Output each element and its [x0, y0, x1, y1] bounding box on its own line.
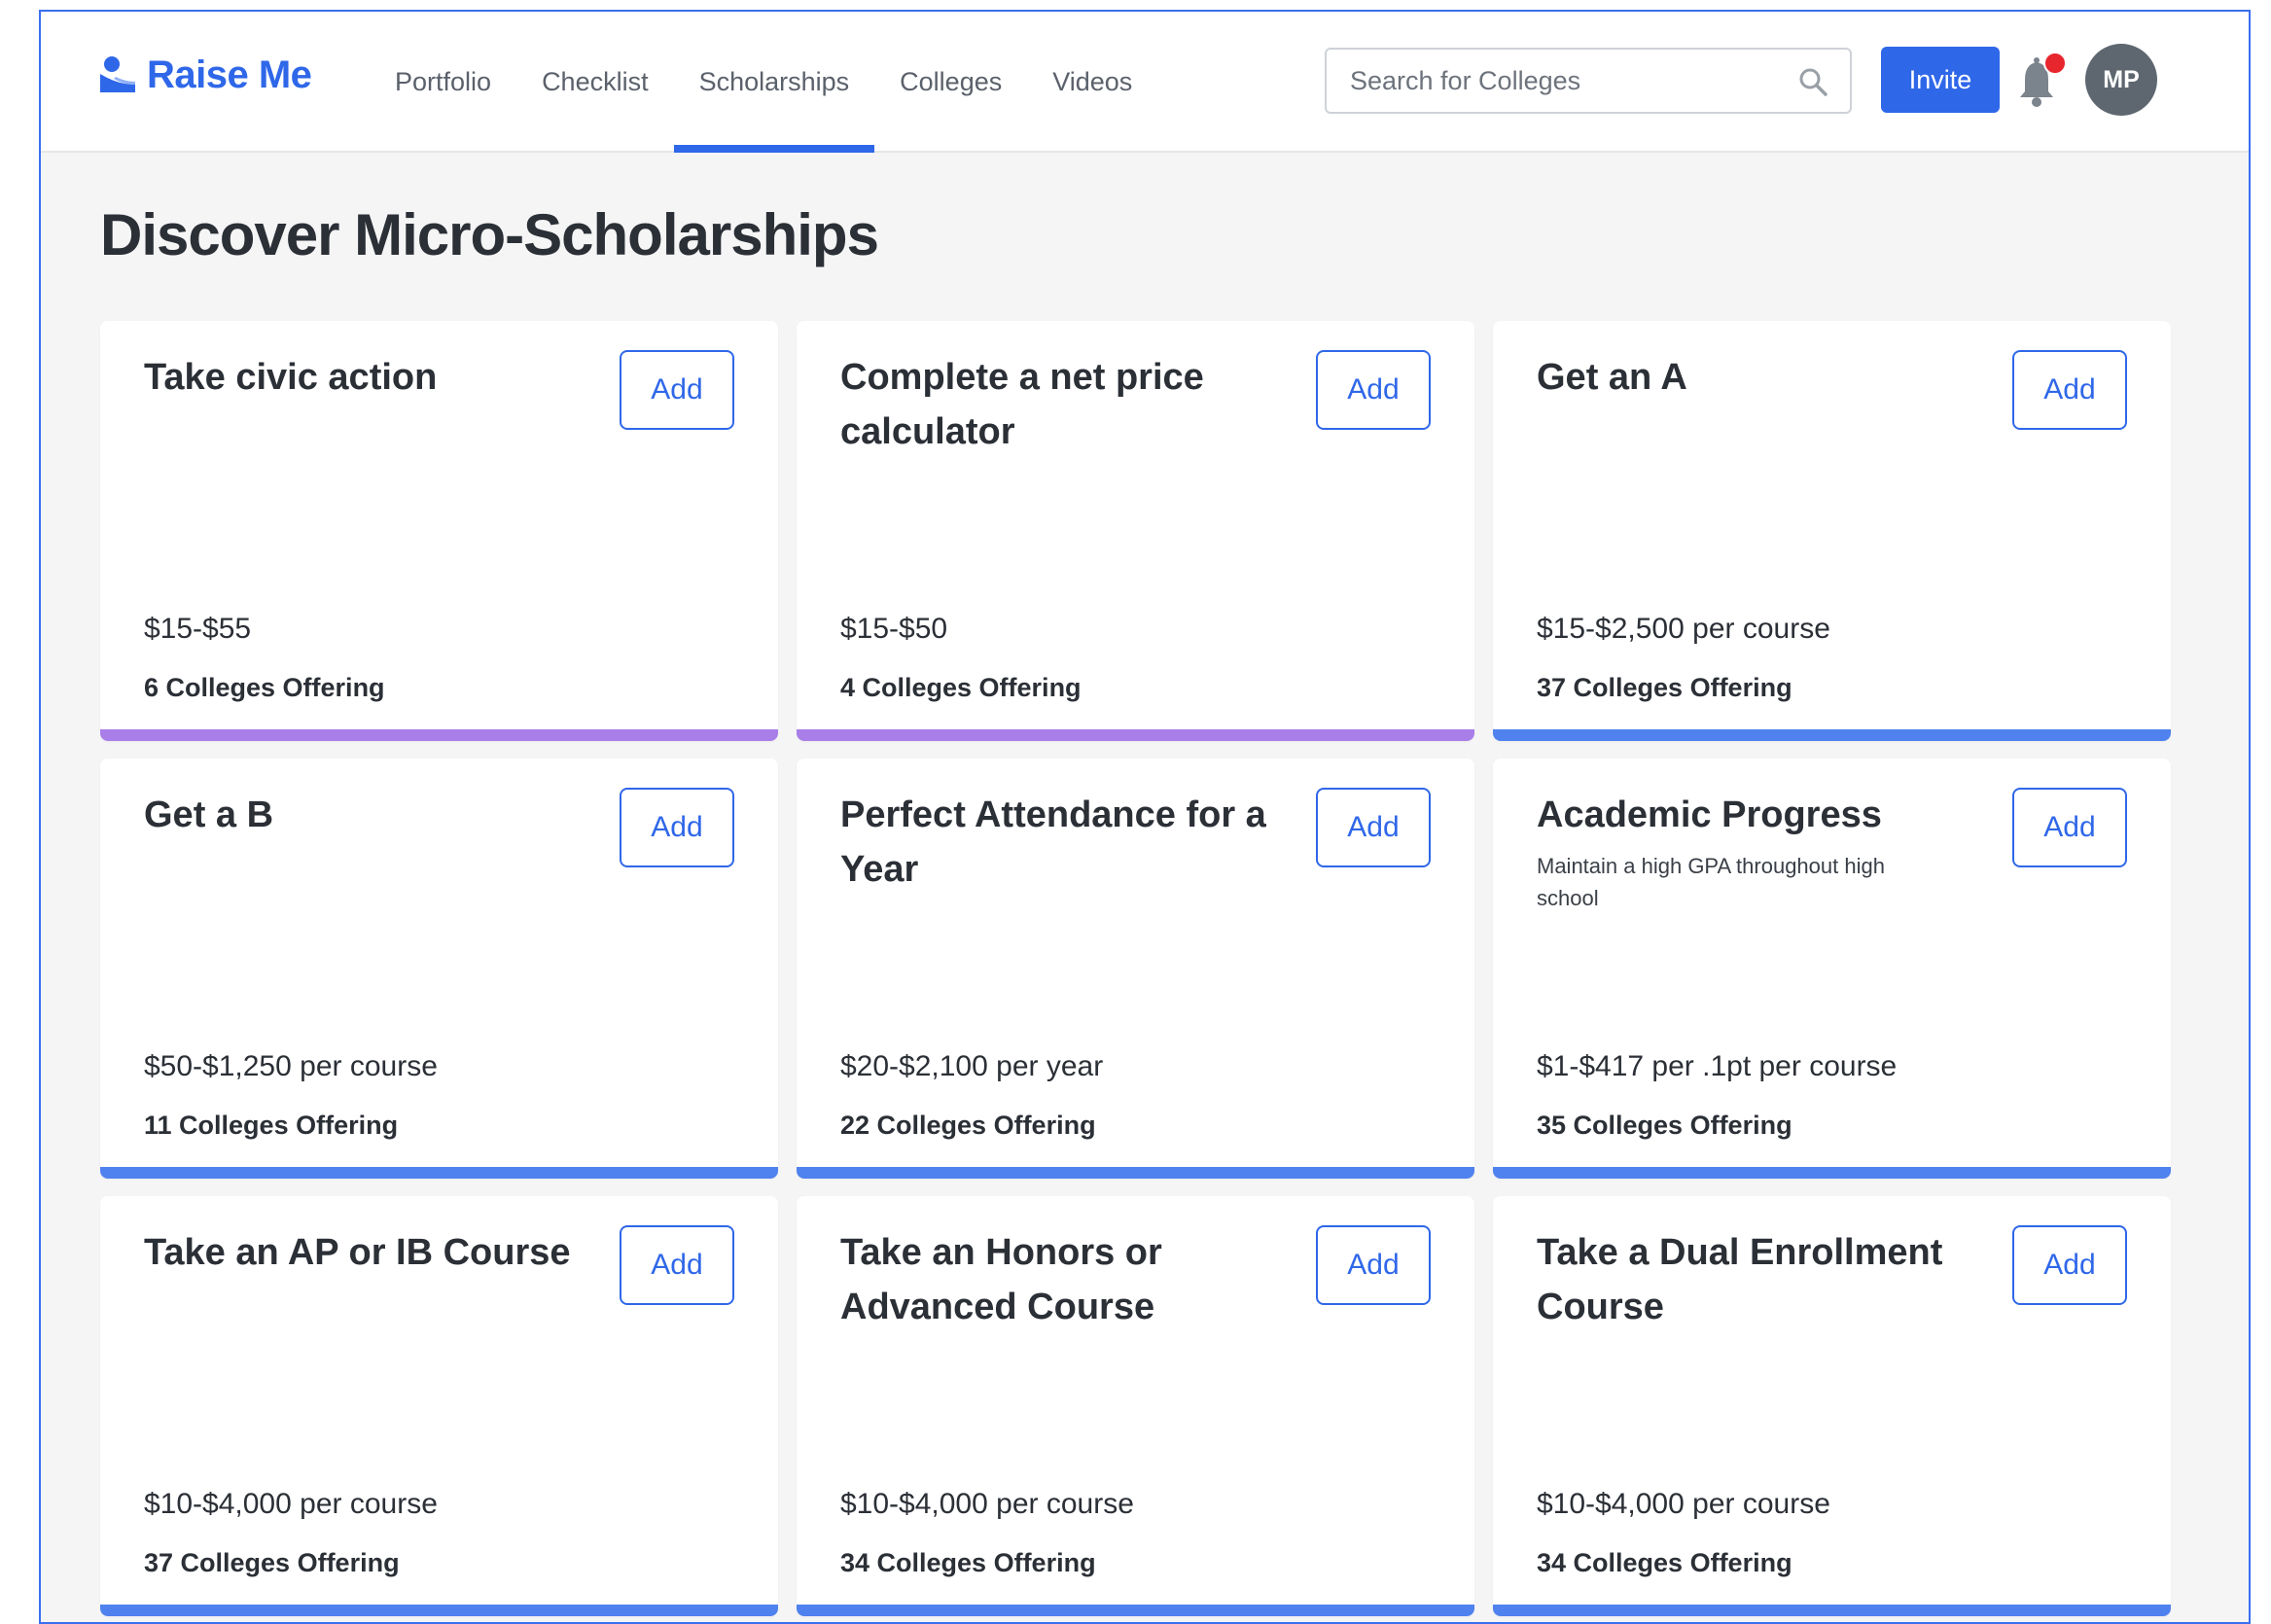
nav-scholarships[interactable]: Scholarships: [673, 12, 875, 153]
invite-button[interactable]: Invite: [1881, 47, 2000, 113]
college-search-box: [1325, 48, 1852, 114]
card-accent-bar: [797, 1167, 1474, 1179]
colleges-offering-count: 37 Colleges Offering: [1537, 673, 1792, 702]
colleges-offering-count: 37 Colleges Offering: [144, 1548, 400, 1577]
colleges-offering-count: 34 Colleges Offering: [1537, 1548, 1792, 1577]
raise-me-logo-icon: [100, 56, 135, 92]
card-accent-bar: [100, 729, 778, 741]
app-window: Raise Me Portfolio Checklist Scholarship…: [39, 10, 2251, 1624]
scholarship-title: Get an A: [1537, 357, 1687, 398]
scholarship-amount: $15-$55: [144, 613, 252, 645]
scholarship-card[interactable]: Academic Progress Maintain a high GPA th…: [1493, 759, 2171, 1179]
card-accent-bar: [797, 729, 1474, 741]
scholarship-title: Take an AP or IB Course: [144, 1232, 571, 1273]
main-nav: Portfolio Checklist Scholarships College…: [370, 12, 1157, 153]
logo-text: Raise Me: [147, 53, 312, 96]
scholarship-amount: $50-$1,250 per course: [144, 1050, 438, 1082]
add-scholarship-button[interactable]: Add: [1316, 788, 1431, 867]
scholarship-card[interactable]: Perfect Attendance for a Year Add $20-$2…: [797, 759, 1474, 1179]
colleges-offering-count: 11 Colleges Offering: [144, 1111, 399, 1140]
scholarship-card[interactable]: Take an Honors or Advanced Course Add $1…: [797, 1196, 1474, 1616]
scholarship-description: Maintain a high GPA throughout high scho…: [1537, 854, 1885, 910]
card-accent-bar: [1493, 729, 2171, 741]
card-accent-bar: [1493, 1167, 2171, 1179]
add-scholarship-button[interactable]: Add: [620, 350, 734, 430]
scholarship-card[interactable]: Get an A Add $15-$2,500 per course 37 Co…: [1493, 321, 2171, 741]
scholarship-card[interactable]: Get a B Add $50-$1,250 per course 11 Col…: [100, 759, 778, 1179]
colleges-offering-count: 35 Colleges Offering: [1537, 1111, 1792, 1140]
scholarship-amount: $15-$50: [840, 613, 948, 645]
notification-bell-icon[interactable]: [2015, 51, 2068, 109]
page-title: Discover Micro-Scholarships: [100, 202, 879, 267]
scholarship-title: Academic Progress: [1537, 794, 1882, 835]
nav-videos[interactable]: Videos: [1027, 12, 1157, 153]
scholarship-title: Perfect Attendance for a Year: [840, 794, 1266, 890]
add-scholarship-button[interactable]: Add: [2012, 1225, 2127, 1305]
search-icon[interactable]: [1797, 66, 1828, 97]
add-scholarship-button[interactable]: Add: [620, 788, 734, 867]
scholarship-title: Get a B: [144, 794, 274, 835]
user-avatar[interactable]: MP: [2085, 44, 2157, 116]
scholarship-amount: $10-$4,000 per course: [840, 1488, 1134, 1520]
card-accent-bar: [797, 1605, 1474, 1616]
scholarship-card[interactable]: Take an AP or IB Course Add $10-$4,000 p…: [100, 1196, 778, 1616]
add-scholarship-button[interactable]: Add: [620, 1225, 734, 1305]
scholarship-title: Complete a net price calculator: [840, 357, 1204, 452]
college-search-input[interactable]: [1348, 64, 1780, 97]
card-accent-bar: [100, 1605, 778, 1616]
scholarship-amount: $10-$4,000 per course: [144, 1488, 438, 1520]
nav-portfolio[interactable]: Portfolio: [370, 12, 516, 153]
raise-me-logo[interactable]: Raise Me: [98, 51, 312, 99]
scholarship-card[interactable]: Take a Dual Enrollment Course Add $10-$4…: [1493, 1196, 2171, 1616]
nav-checklist[interactable]: Checklist: [516, 12, 674, 153]
top-navigation-bar: Raise Me Portfolio Checklist Scholarship…: [41, 12, 2249, 153]
card-accent-bar: [1493, 1605, 2171, 1616]
add-scholarship-button[interactable]: Add: [1316, 350, 1431, 430]
card-accent-bar: [100, 1167, 778, 1179]
colleges-offering-count: 4 Colleges Offering: [840, 673, 1082, 702]
scholarship-card[interactable]: Complete a net price calculator Add $15-…: [797, 321, 1474, 741]
add-scholarship-button[interactable]: Add: [2012, 350, 2127, 430]
scholarship-title: Take civic action: [144, 357, 438, 398]
scholarship-title: Take an Honors or Advanced Course: [840, 1232, 1162, 1327]
nav-colleges[interactable]: Colleges: [874, 12, 1027, 153]
colleges-offering-count: 34 Colleges Offering: [840, 1548, 1096, 1577]
scholarship-amount: $15-$2,500 per course: [1537, 613, 1830, 645]
scholarship-amount: $20-$2,100 per year: [840, 1050, 1104, 1082]
scholarship-title: Take a Dual Enrollment Course: [1537, 1232, 1943, 1327]
colleges-offering-count: 22 Colleges Offering: [840, 1111, 1096, 1140]
scholarship-amount: $1-$417 per .1pt per course: [1537, 1050, 1898, 1082]
scholarship-card[interactable]: Take civic action Add $15-$55 6 Colleges…: [100, 321, 778, 741]
scholarship-amount: $10-$4,000 per course: [1537, 1488, 1830, 1520]
colleges-offering-count: 6 Colleges Offering: [144, 673, 385, 702]
add-scholarship-button[interactable]: Add: [2012, 788, 2127, 867]
add-scholarship-button[interactable]: Add: [1316, 1225, 1431, 1305]
